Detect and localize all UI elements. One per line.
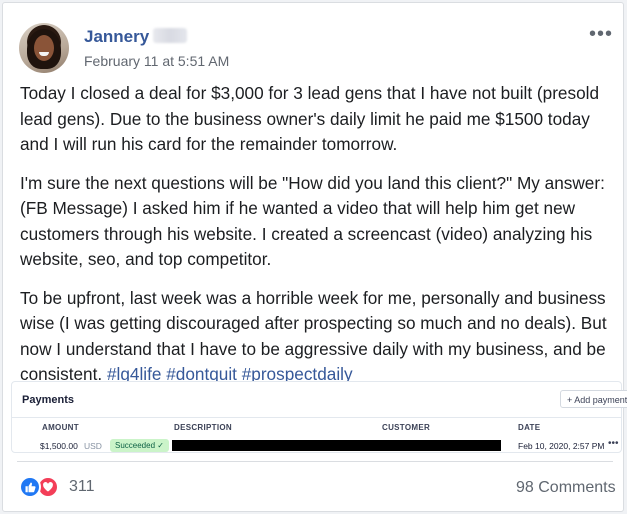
like-icon [19,476,41,498]
payment-currency: USD [84,441,102,451]
post-body: Today I closed a deal for $3,000 for 3 l… [20,81,616,401]
payment-date: Feb 10, 2020, 2:57 PM [518,441,605,451]
blurred-last-name [153,28,187,43]
payment-amount: $1,500.00 [40,441,78,451]
post-paragraph: Today I closed a deal for $3,000 for 3 l… [20,83,600,154]
column-header-date: DATE [518,423,541,432]
post-card: Jannery February 11 at 5:51 AM ••• Today… [2,2,627,512]
more-options-icon[interactable]: ••• [589,23,613,46]
redacted-bar [172,440,501,451]
payments-screenshot: Payments + Add payment AMOUNT DESCRIPTIO… [11,381,627,453]
post-paragraph: I'm sure the next questions will be "How… [20,172,605,270]
status-badge: Succeeded ✓ [110,439,169,452]
post-paragraph: To be upfront, last week was a horrible … [20,286,616,388]
author-name[interactable]: Jannery [84,27,149,47]
column-header-amount: AMOUNT [42,423,79,432]
add-payment-button: + Add payment [560,390,627,408]
comments-count-link[interactable]: 98 Comments [516,479,616,497]
row-more-icon: ••• [608,438,619,449]
reaction-count[interactable]: 311 [69,478,95,496]
payments-title: Payments [22,394,74,406]
post-timestamp[interactable]: February 11 at 5:51 AM [84,53,229,69]
footer-divider [17,461,613,462]
avatar[interactable] [19,23,69,73]
column-header-description: DESCRIPTION [174,423,232,432]
payments-divider [12,417,621,418]
column-header-customer: CUSTOMER [382,423,431,432]
